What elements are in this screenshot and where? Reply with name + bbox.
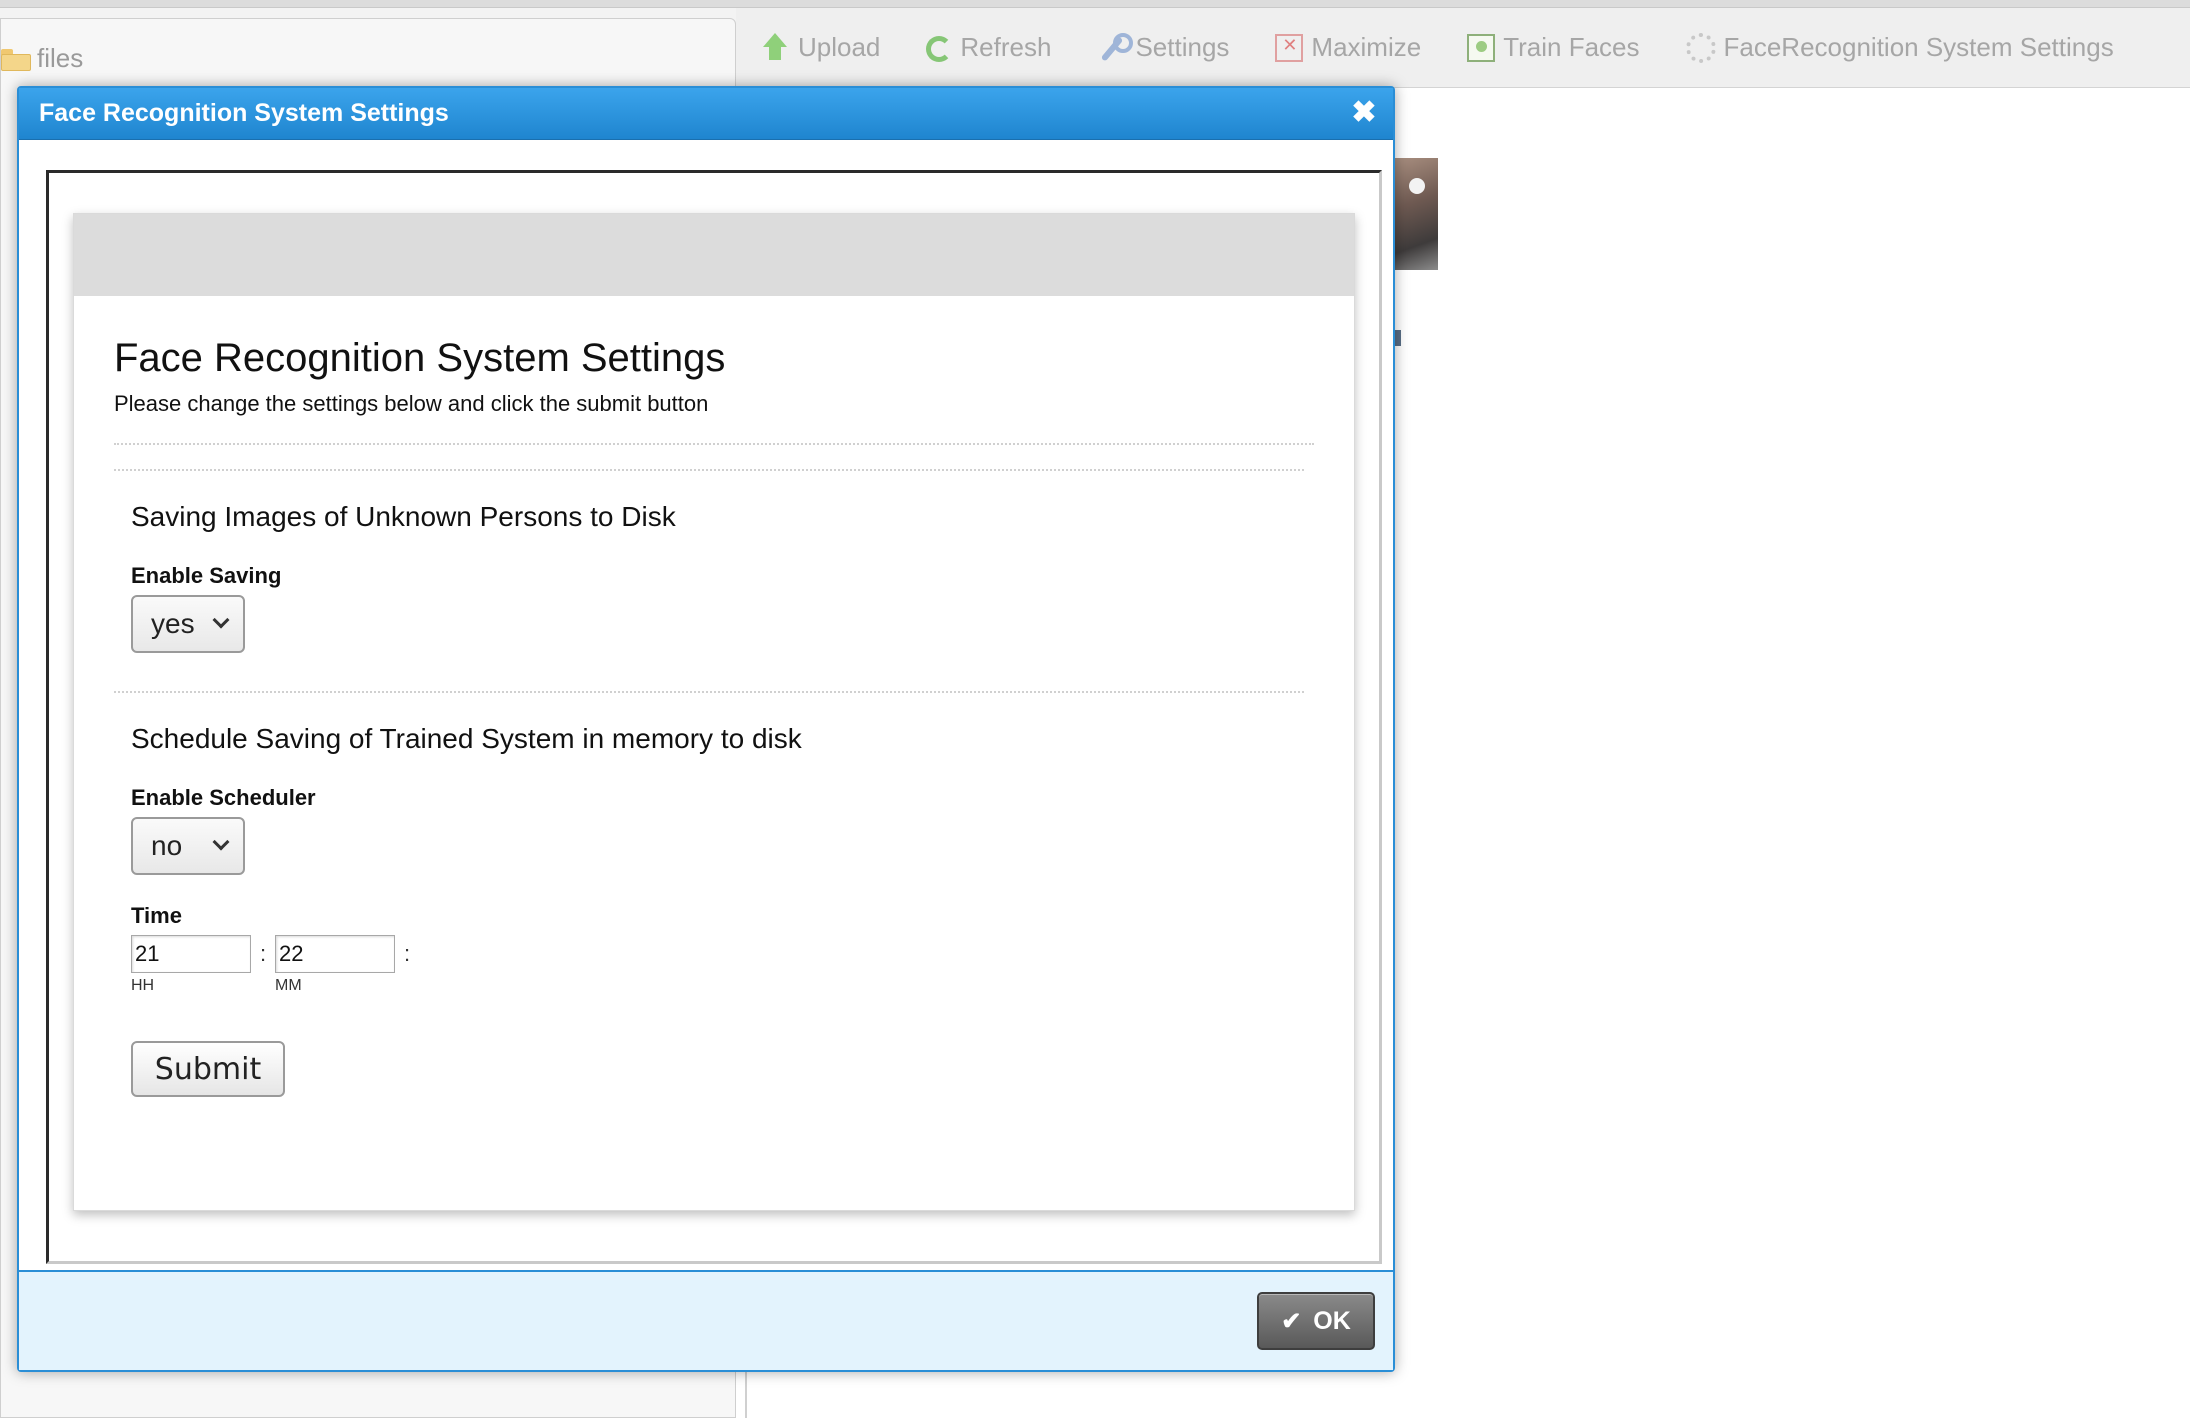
upload-button[interactable]: Upload	[760, 32, 880, 63]
ok-label: OK	[1313, 1306, 1351, 1335]
hours-input[interactable]	[131, 935, 251, 973]
gear-icon	[1685, 32, 1716, 63]
minutes-input[interactable]	[275, 935, 395, 973]
enable-scheduler-label: Enable Scheduler	[131, 785, 316, 810]
dialog-footer: ✔ OK	[19, 1270, 1393, 1370]
time-hints: HH MM	[131, 977, 1314, 995]
divider	[114, 691, 1304, 693]
check-icon: ✔	[1281, 1307, 1302, 1335]
enable-scheduler-value: no	[151, 830, 183, 861]
time-label: Time	[131, 903, 182, 928]
ok-button[interactable]: ✔ OK	[1257, 1292, 1375, 1350]
face-recognition-settings-button[interactable]: FaceRecognition System Settings	[1685, 32, 2114, 63]
time-separator: :	[259, 941, 267, 966]
enable-saving-value: yes	[151, 608, 195, 639]
hours-hint: HH	[131, 977, 155, 994]
refresh-icon	[926, 35, 953, 62]
time-separator: :	[403, 941, 411, 966]
minutes-hint: MM	[275, 977, 302, 994]
dialog-title: Face Recognition System Settings	[39, 99, 449, 127]
dialog-titlebar[interactable]: Face Recognition System Settings ✖	[19, 88, 1393, 140]
form-description: Please change the settings below and cli…	[114, 391, 709, 416]
train-faces-label: Train Faces	[1503, 32, 1640, 62]
wrench-icon	[1097, 32, 1134, 63]
close-icon[interactable]: ✖	[1347, 96, 1381, 130]
chevron-down-icon	[212, 611, 230, 629]
settings-dialog: Face Recognition System Settings ✖ Face …	[17, 86, 1395, 1372]
tree-root-folder[interactable]: files	[1, 43, 83, 74]
scheduler-section: Schedule Saving of Trained System in mem…	[114, 723, 1314, 1097]
divider	[114, 469, 1304, 471]
tree-root-label: files	[37, 43, 84, 73]
image-thumbnail[interactable]	[1393, 158, 1438, 270]
folder-icon	[1, 48, 31, 71]
enable-saving-select[interactable]: yes	[131, 595, 245, 653]
upload-label: Upload	[798, 32, 881, 62]
upload-icon	[760, 32, 790, 63]
saving-section-title: Saving Images of Unknown Persons to Disk	[131, 501, 676, 532]
maximize-icon	[1275, 33, 1304, 62]
settings-form-card: Face Recognition System Settings Please …	[73, 213, 1355, 1211]
train-faces-button[interactable]: Train Faces	[1467, 32, 1640, 63]
saving-section: Saving Images of Unknown Persons to Disk…	[114, 501, 1314, 653]
chevron-down-icon	[212, 833, 230, 851]
top-border	[0, 0, 2190, 8]
form-content: Face Recognition System Settings Please …	[74, 296, 1354, 1097]
settings-button[interactable]: Settings	[1097, 32, 1229, 63]
maximize-label: Maximize	[1311, 32, 1422, 62]
form-title: Face Recognition System Settings	[114, 336, 726, 380]
maximize-button[interactable]: Maximize	[1275, 32, 1421, 63]
enable-scheduler-select[interactable]: no	[131, 817, 245, 875]
divider	[114, 443, 1314, 445]
submit-button[interactable]: Submit	[131, 1041, 285, 1097]
scheduler-section-title: Schedule Saving of Trained System in mem…	[131, 723, 802, 754]
time-row: : :	[131, 935, 1314, 973]
toolbar: Upload Refresh Settings Maximize Train F…	[736, 8, 2190, 88]
refresh-label: Refresh	[960, 32, 1052, 62]
train-faces-icon	[1467, 33, 1496, 62]
card-header	[74, 214, 1354, 296]
enable-saving-label: Enable Saving	[131, 563, 282, 588]
refresh-button[interactable]: Refresh	[926, 32, 1051, 63]
face-recognition-settings-label: FaceRecognition System Settings	[1723, 32, 2114, 62]
settings-label: Settings	[1135, 32, 1230, 62]
dialog-body: Face Recognition System Settings Please …	[46, 170, 1382, 1264]
